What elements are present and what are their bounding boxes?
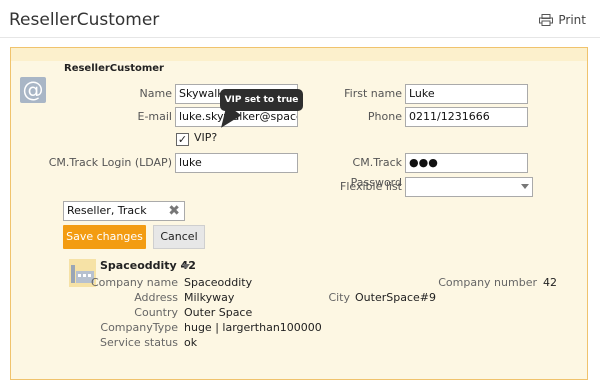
clear-icon[interactable]: ✖ <box>168 202 180 220</box>
chevron-down-icon[interactable] <box>521 184 529 189</box>
company-name-label: Company name <box>90 276 178 289</box>
company-number-value: 42 <box>543 276 557 289</box>
login-input[interactable]: luke <box>175 153 298 173</box>
service-status-label: Service status <box>100 336 178 349</box>
at-icon: @ <box>20 77 46 103</box>
login-label: CM.Track Login (LDAP) <box>48 156 172 169</box>
check-icon: ✓ <box>177 133 188 146</box>
section-title: ResellerCustomer <box>64 63 164 74</box>
email-label: E-mail <box>137 110 173 123</box>
save-button[interactable]: Save changes <box>63 225 146 249</box>
flexible-list-label: Flexible list <box>340 180 402 193</box>
country-value: Outer Space <box>184 306 253 319</box>
vip-tooltip: VIP set to true <box>220 89 303 111</box>
city-label: City <box>328 291 350 304</box>
flexible-list-select[interactable] <box>405 177 533 197</box>
company-type-label: CompanyType <box>100 321 178 334</box>
name-label: Name <box>139 87 172 100</box>
page-title: ResellerCustomer <box>9 10 160 30</box>
title-bar: ResellerCustomer Print <box>0 0 600 38</box>
password-input[interactable]: ●●● <box>405 153 528 173</box>
company-name-value: Spaceoddity <box>184 276 253 289</box>
address-label: Address <box>134 291 178 304</box>
phone-input[interactable]: 0211/1231666 <box>405 107 528 127</box>
first-name-label: First name <box>344 87 402 100</box>
city-value: OuterSpace#9 <box>355 291 436 304</box>
first-name-input[interactable]: Luke <box>405 84 528 104</box>
country-label: Country <box>134 306 178 319</box>
print-button[interactable]: Print <box>539 13 586 27</box>
company-type-value: huge | largerthan100000 <box>184 321 322 334</box>
address-value: Milkyway <box>184 291 235 304</box>
print-label: Print <box>558 13 586 27</box>
tag-field[interactable]: Reseller, Track ✖ <box>63 201 185 221</box>
chevron-down-icon[interactable] <box>182 264 190 269</box>
tag-value: Reseller, Track <box>67 204 147 217</box>
phone-label: Phone <box>367 110 402 123</box>
panel-header <box>11 48 587 61</box>
service-status-value: ok <box>184 336 198 349</box>
vip-label: VIP? <box>194 131 218 144</box>
company-number-label: Company number <box>438 276 537 289</box>
cancel-button[interactable]: Cancel <box>153 225 205 249</box>
print-icon <box>539 14 554 26</box>
vip-checkbox[interactable]: ✓ <box>176 133 189 146</box>
